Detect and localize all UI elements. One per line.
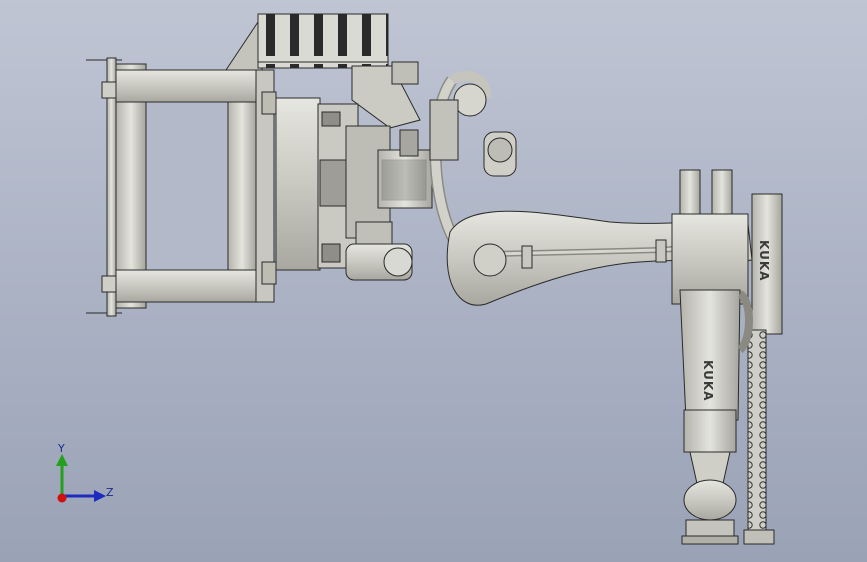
frame-structure[interactable]	[86, 57, 277, 317]
robot-lower-arm[interactable]	[671, 169, 783, 545]
y-axis-label: Y	[57, 442, 65, 455]
cad-viewport[interactable]: KUKA KUKA Y Z	[0, 0, 867, 562]
z-axis-label: Z	[106, 486, 114, 499]
x-axis-point	[57, 493, 67, 503]
orientation-triad: Y Z	[56, 442, 114, 503]
z-axis-arrowhead	[94, 490, 106, 502]
robot-assembly-model[interactable]: KUKA KUKA	[0, 0, 867, 562]
lower-arm-brand-label: KUKA	[701, 360, 715, 401]
y-axis-arrowhead	[56, 454, 68, 466]
arm-brand-label: KUKA	[757, 240, 771, 281]
drive-unit[interactable]	[275, 97, 433, 281]
